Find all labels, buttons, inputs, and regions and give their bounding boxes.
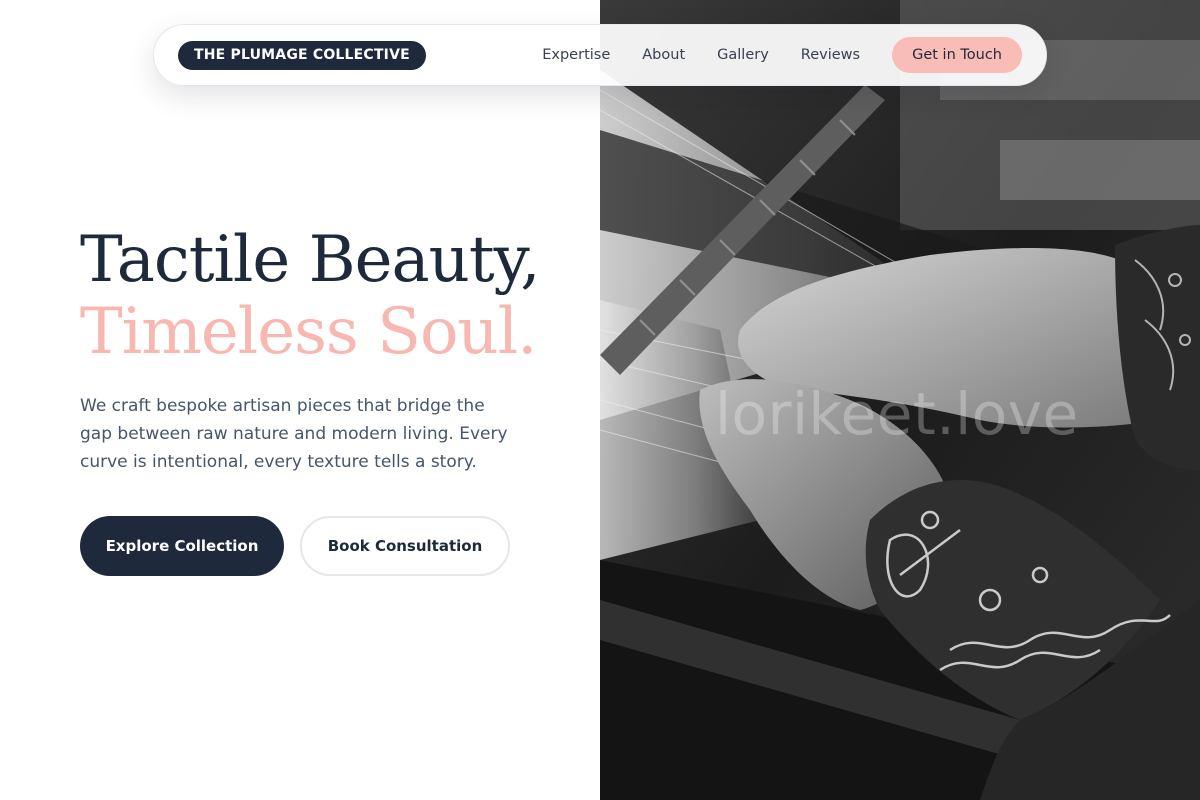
explore-collection-button[interactable]: Explore Collection [80, 516, 284, 576]
book-consultation-button[interactable]: Book Consultation [300, 516, 510, 576]
nav-link-expertise[interactable]: Expertise [542, 47, 610, 63]
nav-links: Expertise About Gallery Reviews Get in T… [542, 37, 1022, 73]
hero-subtitle: We craft bespoke artisan pieces that bri… [80, 396, 508, 472]
headline-line-2: Timeless Soul. [80, 295, 537, 369]
get-in-touch-button[interactable]: Get in Touch [892, 37, 1022, 73]
hero-photo: lorikeet.love [600, 0, 1200, 800]
nav-link-reviews[interactable]: Reviews [801, 47, 860, 63]
nav-link-about[interactable]: About [642, 47, 685, 63]
nav-link-gallery[interactable]: Gallery [717, 47, 769, 63]
headline-line-1: Tactile Beauty, [80, 223, 541, 297]
watermark-text: lorikeet.love [715, 380, 1079, 448]
brand-logo[interactable]: THE PLUMAGE COLLECTIVE [178, 40, 426, 70]
hero-headline: Tactile Beauty, Timeless Soul. [80, 223, 541, 369]
top-navigation: THE PLUMAGE COLLECTIVE Expertise About G… [153, 24, 1047, 86]
